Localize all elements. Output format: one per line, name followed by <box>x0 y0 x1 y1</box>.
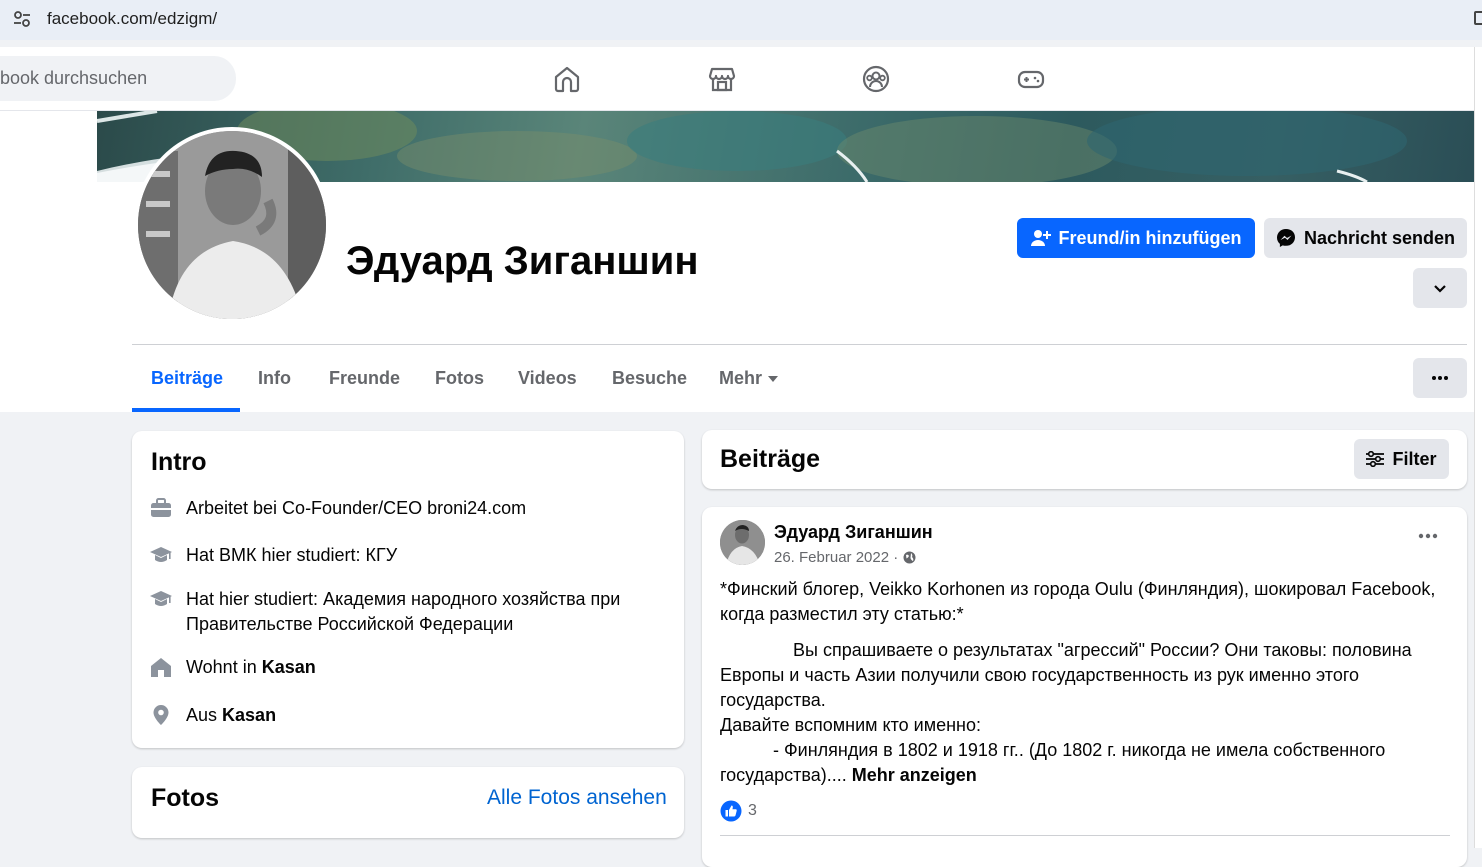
tab-freunde[interactable]: Freunde <box>329 368 400 389</box>
tab-videos[interactable]: Videos <box>518 368 577 389</box>
profile-name: Эдуард Зиганшин <box>346 239 699 283</box>
caret-down-icon <box>768 375 779 382</box>
profile-picture[interactable] <box>134 127 330 323</box>
fotos-title: Fotos <box>151 784 220 812</box>
top-navigation: book durchsuchen <box>0 47 1482 111</box>
tab-beitraege[interactable]: Beiträge <box>151 368 223 389</box>
post-author-avatar[interactable] <box>720 520 765 565</box>
messenger-icon <box>1276 229 1295 247</box>
intro-item-education-1: Hat ВМК hier studiert: КГУ <box>150 543 397 568</box>
ellipsis-icon <box>1432 376 1448 380</box>
tab-mehr[interactable]: Mehr <box>719 368 779 389</box>
marketplace-icon[interactable] <box>707 64 737 94</box>
send-message-label: Nachricht senden <box>1303 227 1456 248</box>
post-paragraph-2: Вы спрашиваете о результатах "агрессий" … <box>720 640 1412 710</box>
intro-card: Intro Arbeitet bei Co-Founder/CEO broni2… <box>132 431 684 748</box>
site-settings-icon[interactable] <box>12 9 32 29</box>
post-options-ellipsis-icon[interactable] <box>1418 533 1438 539</box>
home-icon[interactable] <box>552 64 582 94</box>
tab-info[interactable]: Info <box>258 368 291 389</box>
post-paragraph-1: *Финский блогер, Veikko Korhonen из горо… <box>720 579 1436 624</box>
search-input[interactable]: book durchsuchen <box>0 56 236 101</box>
post-paragraph-3: Давайте вспомним кто именно: <box>720 715 982 735</box>
see-all-photos-link[interactable]: Alle Fotos ansehen <box>487 786 667 810</box>
intro-work-text: Arbeitet bei Co-Founder/CEO broni24.com <box>186 498 527 518</box>
intro-lives-in-prefix: Wohnt in <box>186 657 262 677</box>
filter-button[interactable]: Filter <box>1354 439 1449 479</box>
tab-mehr-label: Mehr <box>719 368 763 388</box>
address-bar[interactable]: facebook.com/edzigm/ <box>0 0 1482 37</box>
post-body: *Финский блогер, Veikko Korhonen из горо… <box>720 577 1450 788</box>
tab-fotos[interactable]: Fotos <box>435 368 484 389</box>
briefcase-icon <box>151 498 171 517</box>
side-panel-icon[interactable] <box>1474 11 1482 25</box>
intro-item-from: Aus Kasan <box>150 703 276 728</box>
graduation-cap-icon <box>150 591 172 606</box>
fotos-card: Fotos Alle Fotos ansehen <box>132 767 684 838</box>
graduation-cap-icon <box>150 547 172 562</box>
groups-icon[interactable] <box>861 64 891 94</box>
reactions-summary[interactable]: 3 <box>720 800 757 822</box>
page-scrollbar[interactable] <box>1474 47 1482 848</box>
tab-besuche[interactable]: Besuche <box>612 368 687 389</box>
active-tab-indicator <box>132 408 240 412</box>
post-paragraph-4: - Финляндия в 1802 и 1918 гг.. (До 1802 … <box>720 740 1386 785</box>
intro-from-city[interactable]: Kasan <box>222 705 276 725</box>
like-reaction-icon <box>720 800 742 822</box>
filter-sliders-icon <box>1366 451 1385 467</box>
add-friend-button[interactable]: Freund/in hinzufügen <box>1017 218 1255 258</box>
posts-title: Beiträge <box>720 445 821 473</box>
intro-education-2-text: Hat hier studiert: Академия народного хо… <box>186 589 621 634</box>
post-card: Эдуард Зиганшин 26. Februar 2022 · *Финс… <box>702 507 1467 867</box>
post-divider <box>720 835 1450 836</box>
search-placeholder: book durchsuchen <box>0 68 148 88</box>
profile-options-dropdown[interactable] <box>1413 268 1467 308</box>
like-count: 3 <box>748 802 757 819</box>
intro-from-prefix: Aus <box>186 705 223 725</box>
url-text[interactable]: facebook.com/edzigm/ <box>47 9 217 29</box>
post-date[interactable]: 26. Februar 2022 · <box>774 549 916 566</box>
profile-divider <box>132 344 1467 345</box>
filter-label: Filter <box>1392 448 1437 469</box>
gaming-icon[interactable] <box>1016 64 1046 94</box>
intro-education-1-text: Hat ВМК hier studiert: КГУ <box>186 545 398 565</box>
post-date-text: 26. Februar 2022 · <box>774 549 899 566</box>
intro-item-work: Arbeitet bei Co-Founder/CEO broni24.com <box>150 496 526 521</box>
browser-url-bar: facebook.com/edzigm/ <box>0 0 1482 40</box>
chevron-down-icon <box>1434 285 1446 293</box>
add-friend-label: Freund/in hinzufügen <box>1058 227 1242 248</box>
more-options-button[interactable] <box>1413 358 1467 398</box>
intro-lives-in-city[interactable]: Kasan <box>262 657 316 677</box>
intro-item-education-2: Hat hier studiert: Академия народного хо… <box>150 587 660 637</box>
send-message-button[interactable]: Nachricht senden <box>1264 218 1467 258</box>
intro-item-lives-in: Wohnt in Kasan <box>150 655 316 680</box>
post-author-name[interactable]: Эдуард Зиганшин <box>774 522 933 543</box>
house-icon <box>151 658 171 677</box>
location-pin-icon <box>153 705 169 725</box>
globe-icon <box>903 551 916 564</box>
avatar <box>138 131 326 319</box>
show-more-link[interactable]: Mehr anzeigen <box>852 765 977 785</box>
posts-header: Beiträge Filter <box>702 430 1467 489</box>
add-person-icon <box>1030 230 1051 246</box>
intro-title: Intro <box>151 448 207 476</box>
